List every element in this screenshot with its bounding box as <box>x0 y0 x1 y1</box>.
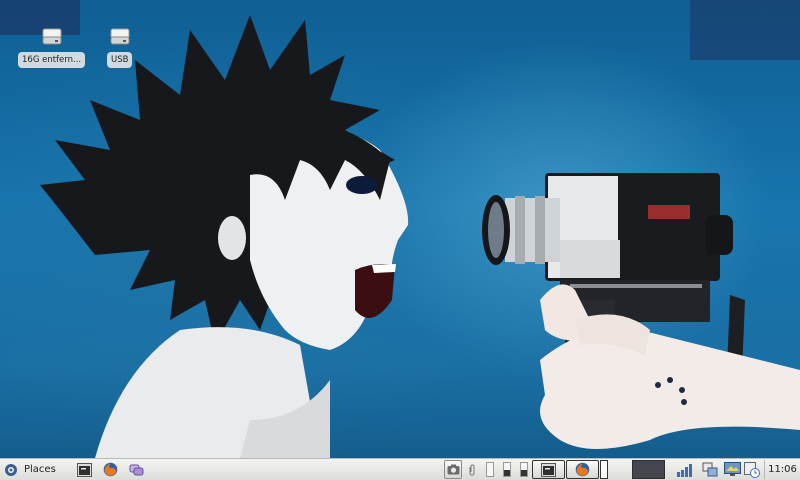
screenshot-applet[interactable] <box>444 460 462 479</box>
firefox-launcher[interactable] <box>101 460 119 479</box>
screenshot-icon <box>447 464 459 475</box>
desktop-icon-usb[interactable]: USB <box>107 28 133 68</box>
clock-time: 11:06 <box>768 464 797 475</box>
distro-logo-icon <box>5 463 17 476</box>
clipboard-applet[interactable] <box>465 460 479 479</box>
drive-icon <box>42 28 62 45</box>
chat-launcher[interactable] <box>127 460 145 479</box>
signal-strength-icon <box>677 463 692 477</box>
desktop-icon-16g-drive[interactable]: 16G entfern... <box>18 28 86 68</box>
clock[interactable]: 11:06 <box>764 460 800 479</box>
paperclip-icon <box>469 463 475 476</box>
clock-settings-icon <box>744 461 760 478</box>
workspace-3[interactable] <box>520 462 528 477</box>
task-dark-window[interactable] <box>632 460 665 479</box>
task-empty-slot[interactable] <box>600 460 608 479</box>
terminal-task-icon <box>541 462 556 477</box>
desktop-icon-label: USB <box>107 52 133 68</box>
places-menu[interactable]: Places <box>24 460 62 479</box>
chat-icon <box>129 464 143 475</box>
terminal-launcher[interactable] <box>75 460 93 479</box>
display-icon <box>723 462 741 476</box>
signal-strength-applet[interactable] <box>674 460 696 479</box>
task-terminal[interactable] <box>532 460 565 479</box>
firefox-icon <box>103 462 117 477</box>
places-label: Places <box>24 464 56 475</box>
terminal-icon <box>76 462 92 477</box>
task-firefox[interactable] <box>566 460 599 479</box>
desktop-wallpaper <box>0 0 800 458</box>
workspace-1[interactable] <box>486 462 494 477</box>
workspace-switcher[interactable] <box>486 460 528 479</box>
main-menu-button[interactable] <box>2 460 20 479</box>
network-applet[interactable] <box>700 460 720 479</box>
clock-settings-applet[interactable] <box>742 460 762 479</box>
workspace-2[interactable] <box>503 462 511 477</box>
desktop-icon-label: 16G entfern... <box>18 52 86 68</box>
firefox-task-icon <box>575 462 590 477</box>
network-icon <box>702 462 718 476</box>
bottom-panel: Places 11:06 <box>0 458 800 480</box>
drive-icon <box>110 28 130 45</box>
display-applet[interactable] <box>722 460 742 479</box>
